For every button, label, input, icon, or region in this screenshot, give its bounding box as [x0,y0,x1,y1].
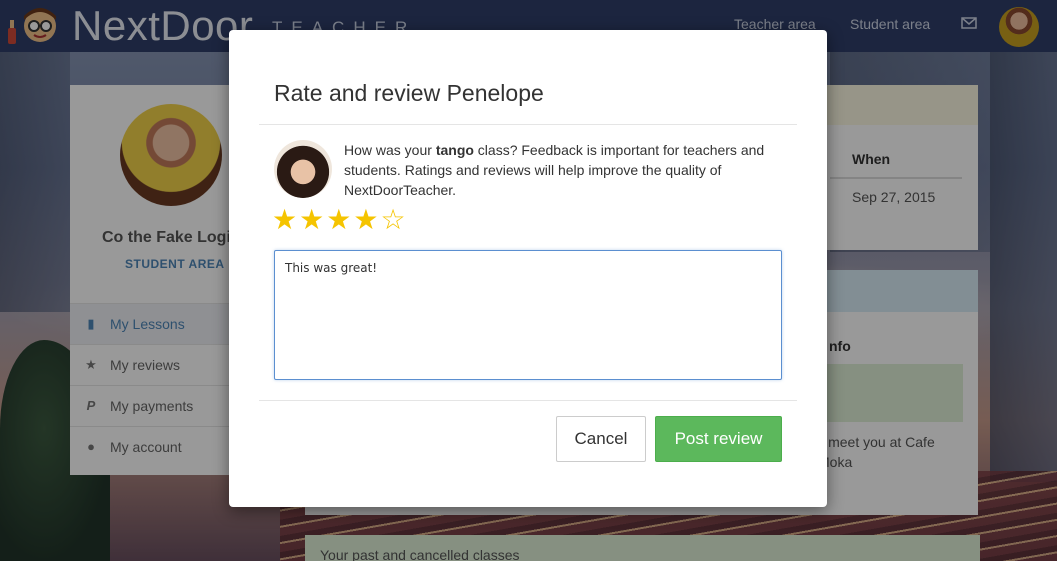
prompt-subject: tango [435,142,474,158]
cancel-button[interactable]: Cancel [556,416,646,462]
prompt-text: How was your [344,142,436,158]
modal-footer-divider [259,400,797,401]
star-rating: ★★★★☆ [272,203,408,237]
modal-divider [259,124,797,125]
review-textarea[interactable]: This was great! [274,250,782,380]
modal-title: Rate and review Penelope [274,80,544,106]
review-prompt: How was your tango class? Feedback is im… [344,140,794,200]
post-review-button[interactable]: Post review [655,416,782,462]
teacher-avatar [274,140,332,198]
star-filled-icon[interactable]: ★ [326,204,353,235]
star-empty-icon[interactable]: ☆ [380,204,407,235]
star-filled-icon[interactable]: ★ [299,204,326,235]
star-filled-icon[interactable]: ★ [272,204,299,235]
star-filled-icon[interactable]: ★ [353,204,380,235]
review-modal: Rate and review Penelope How was your ta… [229,30,827,507]
